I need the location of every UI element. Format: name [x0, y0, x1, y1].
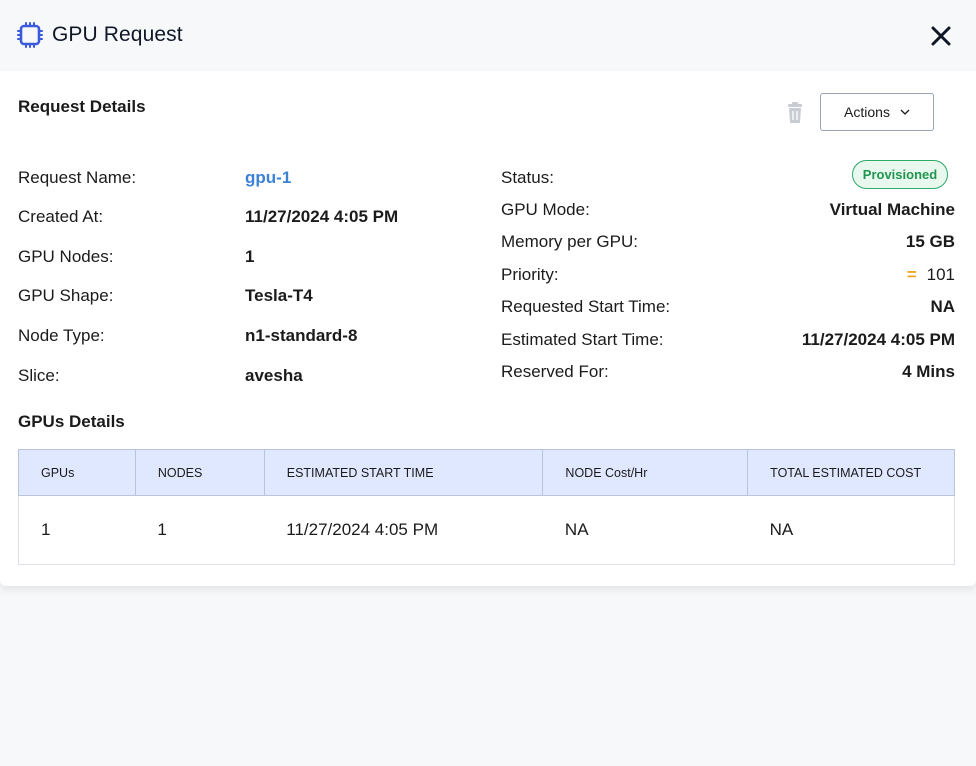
- gpu-shape-label: GPU Shape:: [18, 286, 114, 305]
- gpu-nodes-label: GPU Nodes:: [18, 247, 114, 266]
- column-header-gpus: GPUs: [18, 449, 136, 496]
- cell-total-estimated-cost: NA: [747, 495, 955, 565]
- request-name-link[interactable]: gpu-1: [245, 168, 291, 188]
- gpus-table: GPUs NODES ESTIMATED START TIME NODE Cos…: [18, 449, 955, 565]
- column-header-total-estimated-cost: TOTAL ESTIMATED COST: [747, 449, 955, 496]
- close-icon[interactable]: [928, 23, 954, 49]
- actions-label: Actions: [844, 104, 890, 120]
- reserved-for-label: Reserved For:: [501, 362, 609, 381]
- status-label: Status:: [501, 168, 554, 187]
- status-badge: Provisioned: [852, 160, 948, 189]
- priority-value: 101: [926, 265, 955, 284]
- table-row: 1 1 11/27/2024 4:05 PM NA NA: [18, 495, 955, 565]
- node-type-label: Node Type:: [18, 326, 105, 345]
- cell-gpus: 1: [18, 495, 136, 565]
- equals-icon: =: [906, 265, 917, 284]
- node-type-value: n1-standard-8: [245, 326, 358, 345]
- column-header-nodes: NODES: [134, 449, 265, 496]
- cell-estimated-start-time: 11/27/2024 4:05 PM: [264, 495, 543, 565]
- dialog-title: GPU Request: [52, 23, 183, 46]
- estimated-start-time-label: Estimated Start Time:: [501, 330, 664, 349]
- priority-label: Priority:: [501, 265, 559, 284]
- dialog-header: GPU Request: [0, 0, 976, 71]
- gpu-mode-label: GPU Mode:: [501, 200, 590, 219]
- request-details-heading: Request Details: [18, 97, 146, 116]
- chevron-down-icon: [900, 109, 910, 115]
- requested-start-time-value: NA: [930, 297, 955, 316]
- request-card: Request Details Actions Request Name: gp…: [0, 71, 976, 586]
- cell-nodes: 1: [135, 495, 265, 565]
- slice-value: avesha: [245, 366, 303, 385]
- created-at-label: Created At:: [18, 207, 104, 226]
- created-at-value: 11/27/2024 4:05 PM: [245, 207, 399, 226]
- memory-per-gpu-value: 15 GB: [905, 232, 955, 251]
- gpu-shape-value: Tesla-T4: [245, 286, 313, 305]
- cell-node-cost: NA: [542, 495, 748, 565]
- slice-label: Slice:: [18, 366, 60, 385]
- gpu-nodes-value: 1: [245, 247, 255, 266]
- actions-button[interactable]: Actions: [820, 93, 934, 131]
- request-name-label: Request Name:: [18, 168, 137, 187]
- memory-per-gpu-label: Memory per GPU:: [501, 232, 638, 251]
- requested-start-time-label: Requested Start Time:: [501, 297, 671, 316]
- reserved-for-value: 4 Mins: [902, 362, 955, 381]
- column-header-estimated-start-time: ESTIMATED START TIME: [263, 449, 544, 496]
- priority-value-group: = 101: [907, 265, 955, 285]
- estimated-start-time-value: 11/27/2024 4:05 PM: [801, 330, 955, 349]
- gpus-details-heading: GPUs Details: [18, 412, 125, 431]
- column-header-node-cost: NODE Cost/Hr: [542, 449, 749, 496]
- gpu-mode-value: Virtual Machine: [829, 200, 955, 219]
- trash-icon[interactable]: [785, 102, 805, 124]
- table-header-row: GPUs NODES ESTIMATED START TIME NODE Cos…: [18, 449, 955, 496]
- gpu-chip-icon: [17, 22, 43, 48]
